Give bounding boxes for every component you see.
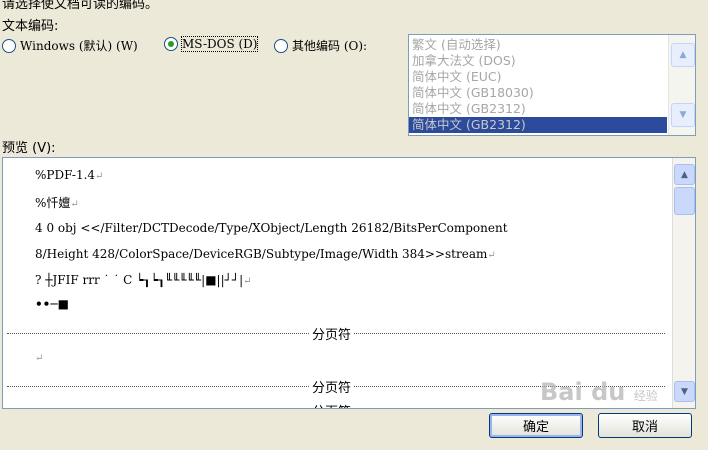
preview-line: ? ┼JFIF rrr ˙ ˙ C ┕┒┕┒╙╙╙╙╙|■||┘┘|↵ xyxy=(35,273,252,287)
preview-line: %PDF-1.4↵ xyxy=(35,168,104,182)
radio-other-encoding[interactable]: 其他编码 (O): xyxy=(274,37,367,54)
radio-ms-dos-label: MS-DOS (D) xyxy=(180,36,259,52)
instruction-text: 请选择使文档可读的编码。 xyxy=(2,0,159,12)
encoding-option-selected[interactable]: 简体中文 (GB2312) xyxy=(409,117,667,133)
text-encoding-label: 文本编码: xyxy=(2,19,59,34)
page-break-label: 分页符 xyxy=(310,324,354,343)
scroll-up-icon[interactable]: ▲ xyxy=(674,164,695,185)
baidu-watermark-logo: Bai du 经验 xyxy=(540,378,658,406)
radio-indicator-checked[interactable] xyxy=(164,37,178,51)
radio-indicator[interactable] xyxy=(2,38,16,53)
encoding-option[interactable]: 加拿大法文 (DOS) xyxy=(409,53,667,69)
preview-line: 4 0 obj <</Filter/DCTDecode/Type/XObject… xyxy=(35,221,508,235)
preview-line: ↵ xyxy=(35,353,44,364)
scroll-thumb[interactable] xyxy=(674,187,695,215)
page-break-label: 分页符 xyxy=(310,377,354,396)
encoding-listbox[interactable]: 繁文 (自动选择) 加拿大法文 (DOS) 简体中文 (EUC) 简体中文 (G… xyxy=(408,34,696,136)
radio-windows-label: Windows (默认) (W) xyxy=(20,39,138,53)
ok-button[interactable]: 确定 xyxy=(489,413,583,438)
preview-pane[interactable]: %PDF-1.4↵ %忏嬗↵ 4 0 obj <</Filter/DCTDeco… xyxy=(2,157,696,409)
encoding-scrollbar[interactable]: ▲ ▼ xyxy=(668,35,695,135)
radio-indicator[interactable] xyxy=(274,38,288,53)
preview-line: 8/Height 428/ColorSpace/DeviceRGB/Subtyp… xyxy=(35,247,496,261)
radio-other-label: 其他编码 (O): xyxy=(292,39,368,53)
scroll-down-icon[interactable]: ▼ xyxy=(671,103,695,127)
scroll-down-icon[interactable]: ▼ xyxy=(674,381,695,402)
page-break-label: 分页符 xyxy=(310,401,354,408)
preview-line: ••─■ xyxy=(35,297,69,311)
cancel-button[interactable]: 取消 xyxy=(598,413,692,438)
preview-label: 预览 (V): xyxy=(2,141,56,156)
scroll-up-icon[interactable]: ▲ xyxy=(671,43,695,67)
preview-line: %忏嬗↵ xyxy=(35,196,79,210)
radio-ms-dos[interactable]: MS-DOS (D) xyxy=(164,36,259,52)
preview-scrollbar[interactable]: ▲ ▼ xyxy=(672,158,695,408)
encoding-option[interactable]: 简体中文 (GB2312) xyxy=(409,101,667,117)
encoding-option[interactable]: 繁文 (自动选择) xyxy=(409,37,667,53)
encoding-option[interactable]: 简体中文 (EUC) xyxy=(409,69,667,85)
encoding-option[interactable]: 简体中文 (GB18030) xyxy=(409,85,667,101)
radio-windows-default[interactable]: Windows (默认) (W) xyxy=(2,37,138,54)
